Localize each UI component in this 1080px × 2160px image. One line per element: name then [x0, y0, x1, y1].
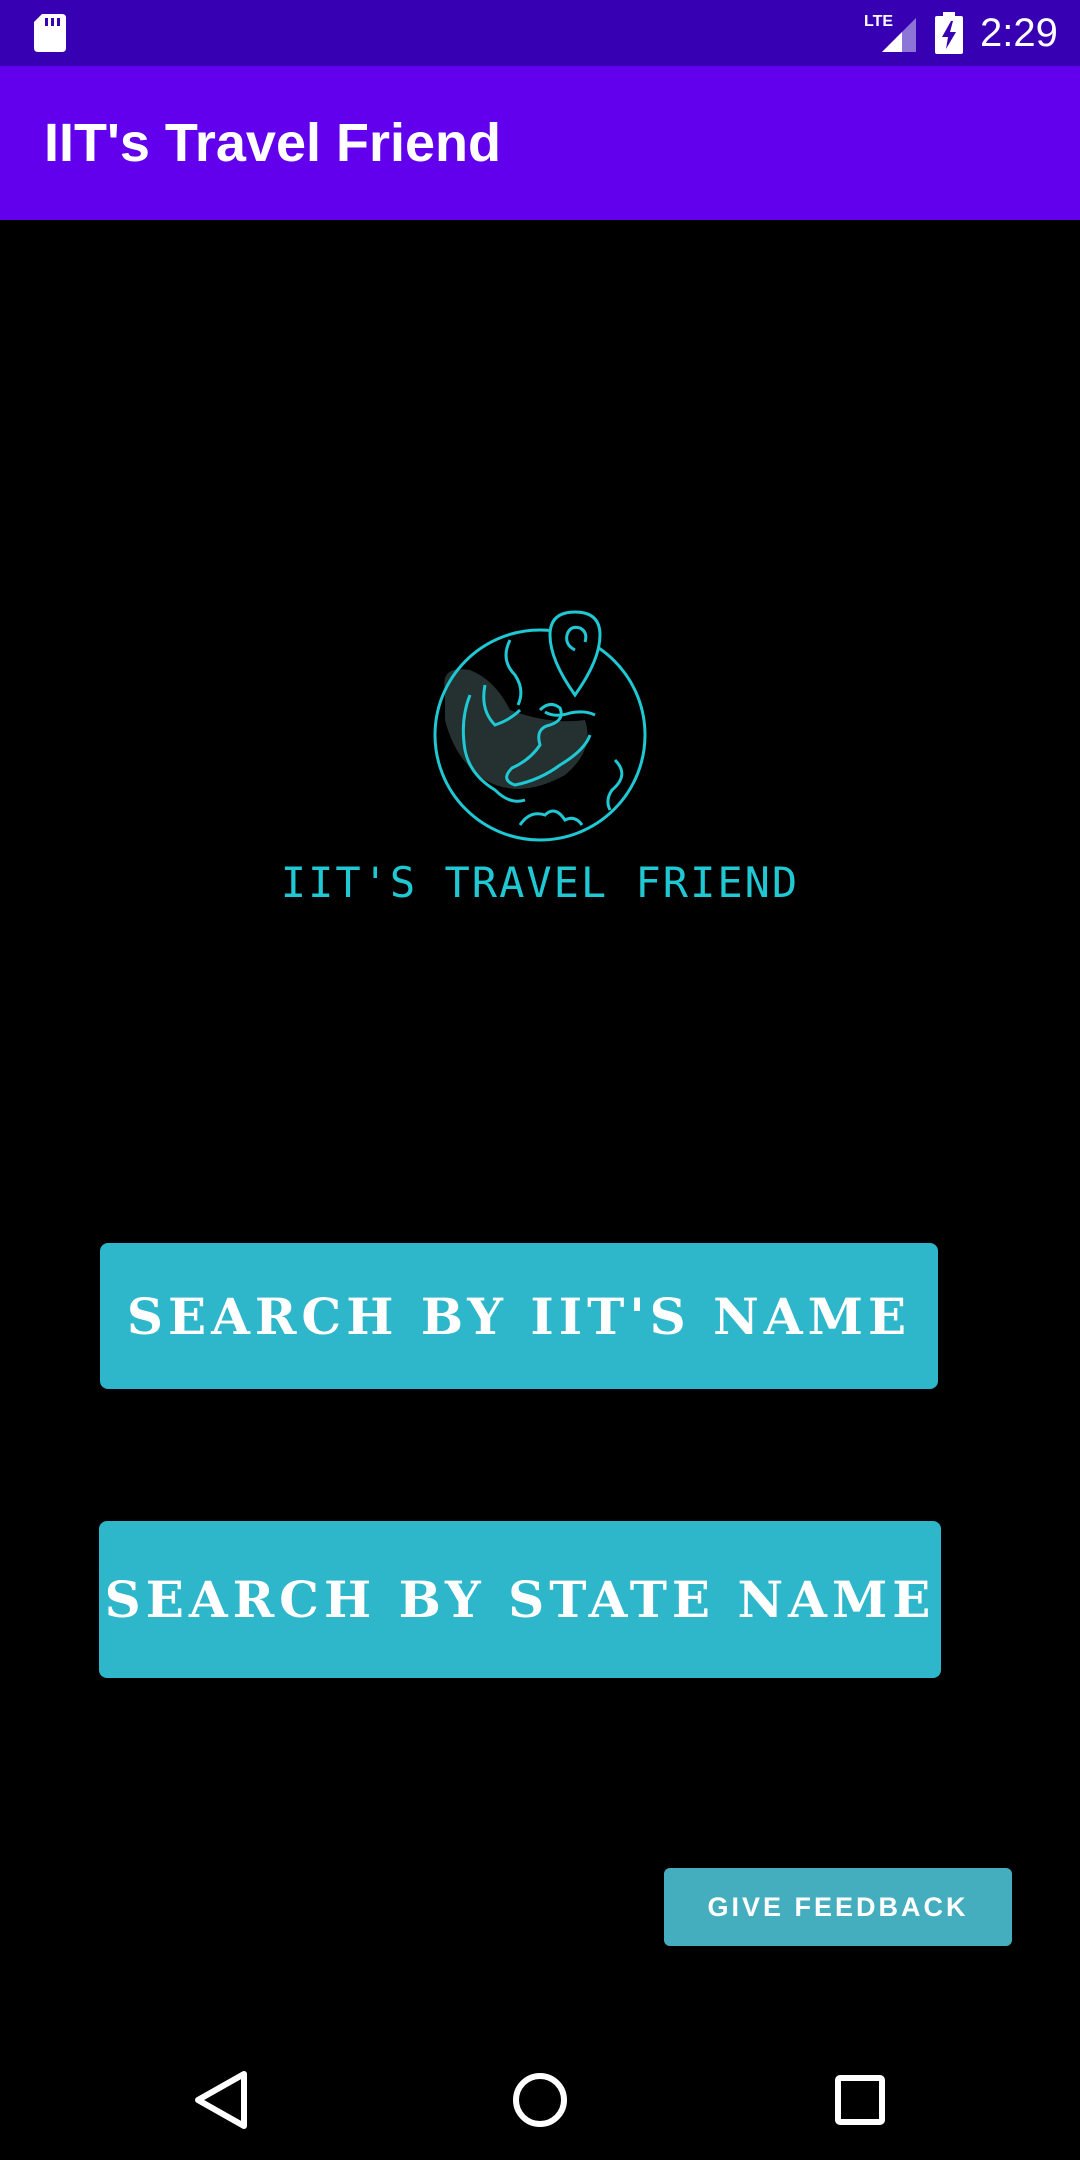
logo-text: IIT'S TRAVEL FRIEND	[280, 858, 800, 907]
lte-signal-icon: LTE	[864, 13, 916, 52]
app-bar: IIT's Travel Friend	[0, 66, 1080, 220]
home-icon[interactable]	[500, 2060, 580, 2140]
globe-location-pin-icon	[433, 610, 647, 842]
give-feedback-button[interactable]: GIVE FEEDBACK	[664, 1868, 1012, 1946]
search-by-state-name-label: SEARCH BY STATE NAME	[104, 1570, 936, 1629]
back-icon[interactable]	[180, 2060, 260, 2140]
recents-icon[interactable]	[820, 2060, 900, 2140]
sd-card-icon	[34, 14, 66, 52]
search-by-iit-name-label: SEARCH BY IIT'S NAME	[126, 1286, 912, 1346]
battery-charging-icon	[935, 12, 963, 54]
search-by-iit-name-button[interactable]: SEARCH BY IIT'S NAME	[100, 1243, 938, 1389]
search-by-state-name-button[interactable]: SEARCH BY STATE NAME	[99, 1521, 941, 1678]
give-feedback-label: GIVE FEEDBACK	[707, 1891, 969, 1922]
screen: LTE 2:29 IIT's Travel Friend IIT'S TRAVE	[0, 0, 1080, 2160]
status-time: 2:29	[980, 11, 1058, 55]
network-label: LTE	[864, 13, 893, 30]
navigation-bar	[0, 2040, 1080, 2160]
status-bar: LTE 2:29	[0, 0, 1080, 66]
app-title: IIT's Travel Friend	[44, 113, 501, 173]
